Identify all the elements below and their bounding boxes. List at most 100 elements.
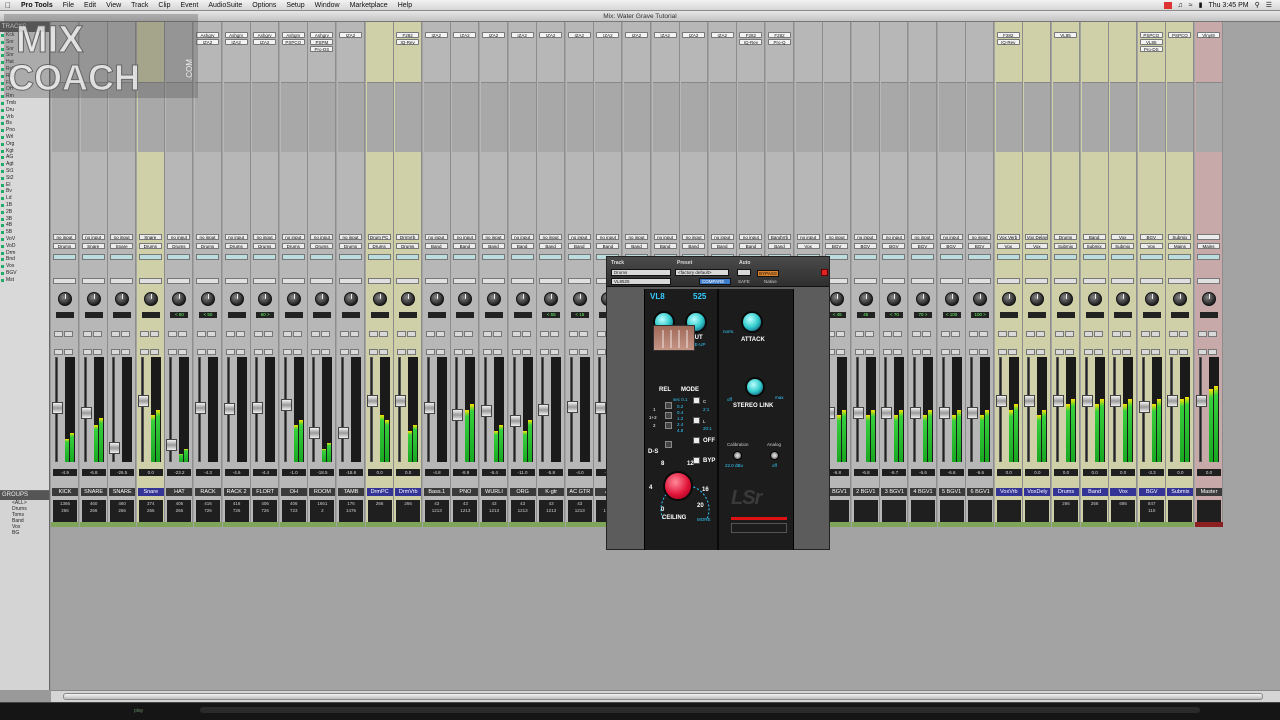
group-selector[interactable] bbox=[1054, 278, 1077, 284]
pan-knob[interactable] bbox=[887, 292, 902, 306]
output-selector[interactable]: Drums bbox=[167, 243, 191, 249]
automation-mode-button[interactable] bbox=[1197, 254, 1220, 260]
track-name[interactable]: Bass.1 bbox=[423, 488, 450, 496]
insert-slot[interactable]: Pro-Q bbox=[768, 39, 791, 45]
insert-slot[interactable] bbox=[854, 32, 877, 38]
pan-knob[interactable] bbox=[229, 292, 244, 306]
output-selector[interactable]: Vox bbox=[1025, 243, 1049, 249]
pan-knob[interactable] bbox=[115, 292, 130, 306]
track-list-item[interactable]: Drm bbox=[0, 250, 49, 257]
group-selector[interactable] bbox=[939, 278, 963, 284]
stereo-link-knob[interactable] bbox=[745, 377, 765, 397]
fader-cap[interactable] bbox=[509, 415, 521, 427]
insert-slot[interactable]: Ashgrv bbox=[196, 32, 219, 38]
video-scrubber[interactable] bbox=[200, 707, 1200, 713]
plugin-bypass-button[interactable]: BYPASS bbox=[757, 270, 779, 277]
track-name[interactable]: SNARE bbox=[80, 488, 107, 496]
track-name[interactable]: KICK bbox=[52, 488, 78, 496]
output-selector[interactable]: Drums bbox=[253, 243, 277, 249]
track-list-item[interactable]: Agt bbox=[0, 161, 49, 168]
mode-l-button[interactable] bbox=[693, 417, 700, 424]
insert-slot[interactable] bbox=[196, 46, 219, 52]
track-name[interactable]: DrmVrb bbox=[395, 488, 422, 496]
output-selector[interactable]: Submix bbox=[1054, 243, 1077, 249]
solo-mute-buttons[interactable] bbox=[483, 324, 505, 355]
insert-slot[interactable] bbox=[282, 46, 305, 52]
output-selector[interactable]: Mains bbox=[1197, 243, 1220, 249]
track-name[interactable]: 5 BGV1 bbox=[938, 488, 965, 496]
pan-knob[interactable] bbox=[344, 292, 358, 306]
track-name[interactable]: SNARE bbox=[109, 488, 136, 496]
insert-slot[interactable]: IZA2 bbox=[510, 32, 534, 38]
output-selector[interactable]: BGV bbox=[968, 243, 992, 249]
insert-slot[interactable] bbox=[339, 46, 362, 52]
group-selector[interactable] bbox=[1082, 278, 1106, 284]
track-name[interactable]: 6 BGV1 bbox=[967, 488, 994, 496]
input-selector[interactable]: BGV bbox=[1139, 234, 1163, 240]
record-status-icon[interactable] bbox=[1163, 1, 1172, 9]
insert-slot[interactable] bbox=[539, 46, 562, 52]
pan-knob[interactable] bbox=[1001, 292, 1016, 306]
menu-options[interactable]: Options bbox=[247, 2, 281, 9]
insert-slot[interactable] bbox=[1025, 46, 1048, 52]
automation-mode-button[interactable] bbox=[567, 254, 591, 260]
input-selector[interactable]: Vox bbox=[1111, 234, 1135, 240]
solo-mute-buttons[interactable] bbox=[1140, 324, 1163, 355]
track-list-item[interactable]: Ld bbox=[0, 195, 49, 202]
automation-mode-button[interactable] bbox=[482, 254, 505, 260]
input-selector[interactable]: no input bbox=[281, 234, 305, 240]
input-selector[interactable]: no input bbox=[253, 234, 277, 240]
input-selector[interactable]: Drum PC bbox=[367, 234, 391, 240]
pan-knob[interactable] bbox=[143, 292, 158, 306]
insert-slot[interactable] bbox=[654, 39, 677, 45]
track-name[interactable]: 2 BGV1 bbox=[852, 488, 879, 496]
automation-mode-button[interactable] bbox=[281, 254, 305, 260]
solo-mute-buttons[interactable] bbox=[883, 324, 905, 355]
insert-slot[interactable] bbox=[339, 39, 362, 45]
track-list-item[interactable]: Wrl bbox=[0, 134, 49, 141]
output-selector[interactable]: Band bbox=[510, 243, 534, 249]
menu-edit[interactable]: Edit bbox=[79, 2, 101, 9]
menu-pro-tools[interactable]: Pro Tools bbox=[16, 2, 58, 9]
insert-slot[interactable] bbox=[825, 46, 848, 52]
input-selector[interactable]: no input bbox=[567, 234, 591, 240]
group-selector[interactable] bbox=[396, 278, 420, 284]
pan-knob[interactable] bbox=[172, 292, 187, 306]
track-list-item[interactable]: Vrb bbox=[0, 114, 49, 121]
insert-slot[interactable] bbox=[797, 39, 820, 45]
insert-slot[interactable]: IZA2 bbox=[196, 39, 219, 45]
pan-knob[interactable] bbox=[1030, 292, 1045, 306]
insert-slot[interactable] bbox=[1168, 46, 1191, 52]
automation-mode-button[interactable] bbox=[81, 254, 105, 260]
insert-slot[interactable] bbox=[568, 39, 591, 45]
insert-slot[interactable]: F282 bbox=[739, 32, 763, 38]
plugin-safe-label[interactable]: SAFE bbox=[738, 279, 750, 284]
track-list-item[interactable]: Tmb bbox=[0, 100, 49, 107]
output-selector[interactable]: Submix bbox=[1111, 243, 1135, 249]
fader-cap[interactable] bbox=[137, 395, 149, 407]
mix-horizontal-scrollbar[interactable] bbox=[51, 690, 1280, 702]
menu-view[interactable]: View bbox=[101, 2, 126, 9]
solo-mute-buttons[interactable] bbox=[511, 324, 534, 355]
output-selector[interactable]: Vox bbox=[1139, 243, 1163, 249]
fader-cap[interactable] bbox=[452, 409, 464, 421]
track-list-item[interactable]: BGV bbox=[0, 270, 49, 277]
insert-slot[interactable]: Pro-DS bbox=[310, 46, 334, 52]
insert-slot[interactable]: Ashgrv bbox=[310, 32, 334, 38]
fader-cap[interactable] bbox=[1110, 395, 1122, 407]
track-name[interactable]: Snare bbox=[137, 488, 164, 496]
output-selector[interactable]: Band bbox=[596, 243, 620, 249]
track-list-item[interactable]: VoD bbox=[0, 243, 49, 250]
group-selector[interactable] bbox=[510, 278, 534, 284]
fader-cap[interactable] bbox=[852, 407, 864, 419]
fader-cap[interactable] bbox=[1024, 395, 1036, 407]
insert-slot[interactable] bbox=[654, 46, 677, 52]
solo-mute-buttons[interactable] bbox=[1055, 324, 1077, 355]
group-selector[interactable] bbox=[138, 278, 162, 284]
groups-panel-header[interactable]: GROUPS bbox=[0, 491, 49, 500]
insert-slot[interactable] bbox=[1111, 39, 1134, 45]
automation-mode-button[interactable] bbox=[1139, 254, 1163, 260]
insert-slot[interactable]: PSPM bbox=[310, 39, 334, 45]
menu-help[interactable]: Help bbox=[393, 2, 417, 9]
output-selector[interactable]: Band bbox=[567, 243, 591, 249]
